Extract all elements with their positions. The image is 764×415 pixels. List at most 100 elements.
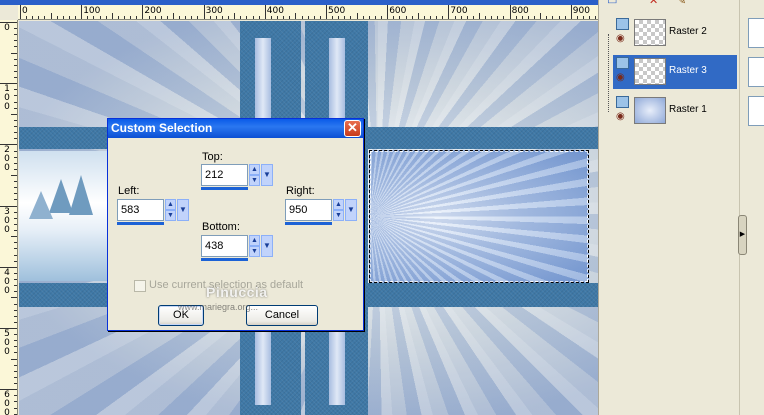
ruler-tick bbox=[472, 16, 474, 19]
layer-property-box[interactable] bbox=[748, 96, 764, 126]
eye-icon[interactable]: ◉ bbox=[616, 112, 630, 122]
ruler-tick bbox=[387, 5, 389, 19]
bottom-slider-bar[interactable] bbox=[201, 258, 248, 261]
dialog-title[interactable]: Custom Selection bbox=[108, 119, 363, 138]
ruler-tick bbox=[411, 16, 413, 19]
ruler-tick bbox=[75, 16, 77, 19]
collapse-arrow-icon[interactable]: ▶ bbox=[738, 215, 747, 255]
eye-icon[interactable]: ◉ bbox=[616, 34, 630, 44]
ruler-tick bbox=[497, 16, 499, 19]
properties-icon[interactable]: ✎ bbox=[677, 0, 691, 7]
new-layer-icon[interactable]: ▭ bbox=[607, 0, 621, 7]
spin-down-icon[interactable]: ▼ bbox=[249, 246, 260, 257]
spin-up-icon[interactable]: ▲ bbox=[249, 235, 260, 246]
ruler-tick bbox=[221, 16, 223, 19]
top-spin-buttons[interactable]: ▲ ▼ bbox=[249, 164, 260, 186]
ruler-tick bbox=[332, 16, 334, 19]
ruler-tick bbox=[338, 16, 340, 19]
ruler-tick bbox=[14, 150, 17, 152]
right-label: Right: bbox=[286, 185, 315, 197]
ruler-tick bbox=[423, 16, 425, 19]
ruler-tick bbox=[289, 16, 291, 19]
ruler-label: 700 bbox=[450, 6, 468, 16]
ruler-label: 2 0 0 bbox=[4, 145, 10, 174]
spin-down-icon[interactable]: ▼ bbox=[249, 175, 260, 186]
spin-up-icon[interactable]: ▲ bbox=[333, 199, 344, 210]
ruler-tick bbox=[14, 395, 17, 397]
spin-down-icon[interactable]: ▼ bbox=[333, 210, 344, 221]
top-slider-bar[interactable] bbox=[201, 187, 248, 190]
winter-scene-image bbox=[19, 151, 115, 281]
ruler-tick bbox=[14, 383, 17, 385]
ruler-tick bbox=[87, 16, 89, 19]
ruler-tick bbox=[570, 5, 572, 19]
layers-panel: ▭ ✕ ✎ ◉ Raster 2 ◉ Raster 3 ◉ Raster 1 ▶ bbox=[598, 0, 764, 415]
layer-row-raster-2[interactable]: ◉ Raster 2 bbox=[613, 16, 737, 50]
spin-down-icon[interactable]: ▼ bbox=[165, 210, 176, 221]
ruler-tick bbox=[14, 315, 17, 317]
dropdown-arrow-icon[interactable]: ▼ bbox=[345, 199, 357, 221]
left-stepper[interactable]: ▲ ▼ ▼ bbox=[117, 199, 189, 225]
ruler-tick bbox=[185, 16, 187, 19]
ruler-label: 200 bbox=[144, 6, 162, 16]
left-input[interactable] bbox=[117, 199, 164, 221]
spin-up-icon[interactable]: ▲ bbox=[249, 164, 260, 175]
dropdown-arrow-icon[interactable]: ▼ bbox=[177, 199, 189, 221]
dropdown-arrow-icon[interactable]: ▼ bbox=[261, 164, 273, 186]
layer-row-raster-1[interactable]: ◉ Raster 1 bbox=[613, 94, 737, 128]
ruler-tick bbox=[215, 16, 217, 19]
default-selection-checkbox[interactable] bbox=[134, 280, 146, 292]
layer-property-box[interactable] bbox=[748, 57, 764, 87]
ruler-tick bbox=[14, 401, 17, 403]
ruler-tick bbox=[521, 16, 523, 19]
ruler-tick bbox=[252, 16, 254, 19]
ruler-tick bbox=[14, 260, 17, 262]
ruler-tick bbox=[344, 16, 346, 19]
snowy-tree bbox=[69, 175, 93, 215]
selection-marquee[interactable] bbox=[369, 150, 589, 283]
ruler-tick bbox=[14, 34, 17, 36]
ruler-tick bbox=[430, 16, 432, 19]
left-slider-bar[interactable] bbox=[117, 222, 164, 225]
right-stepper[interactable]: ▲ ▼ ▼ bbox=[285, 199, 357, 225]
right-spin-buttons[interactable]: ▲ ▼ bbox=[333, 199, 344, 221]
right-input[interactable] bbox=[285, 199, 332, 221]
ruler-label: 5 0 0 bbox=[4, 329, 10, 357]
layer-property-box[interactable] bbox=[748, 18, 764, 48]
ruler-tick bbox=[454, 16, 456, 19]
ruler-tick bbox=[405, 16, 407, 19]
left-spin-buttons[interactable]: ▲ ▼ bbox=[165, 199, 176, 221]
top-input[interactable] bbox=[201, 164, 248, 186]
ruler-tick bbox=[14, 187, 17, 189]
ruler-tick bbox=[173, 13, 174, 19]
layer-thumbnail bbox=[634, 19, 666, 46]
top-stepper[interactable]: ▲ ▼ ▼ bbox=[201, 164, 273, 190]
ruler-tick bbox=[14, 309, 17, 311]
ruler-tick bbox=[11, 52, 17, 54]
ruler-tick bbox=[14, 230, 17, 232]
bottom-spin-buttons[interactable]: ▲ ▼ bbox=[249, 235, 260, 257]
ruler-tick bbox=[111, 13, 113, 19]
left-label: Left: bbox=[118, 185, 140, 197]
ruler-tick bbox=[14, 70, 17, 72]
ruler-tick bbox=[246, 16, 248, 19]
ruler-tick bbox=[14, 334, 17, 336]
ruler-tick bbox=[14, 193, 17, 195]
delete-layer-icon[interactable]: ✕ bbox=[649, 0, 663, 7]
bottom-input[interactable] bbox=[201, 235, 248, 257]
close-icon[interactable]: ✕ bbox=[344, 120, 361, 137]
layer-row-raster-3[interactable]: ◉ Raster 3 bbox=[613, 55, 737, 89]
bottom-stepper[interactable]: ▲ ▼ ▼ bbox=[201, 235, 273, 261]
ruler-tick bbox=[191, 16, 193, 19]
eye-icon[interactable]: ◉ bbox=[616, 73, 630, 83]
layer-type-icon bbox=[616, 96, 629, 108]
dropdown-arrow-icon[interactable]: ▼ bbox=[261, 235, 273, 257]
ruler-tick bbox=[203, 5, 205, 19]
ruler-tick bbox=[264, 5, 266, 19]
spin-up-icon[interactable]: ▲ bbox=[165, 199, 176, 210]
ruler-label: 4 0 0 bbox=[4, 267, 10, 296]
ruler-tick bbox=[148, 16, 150, 19]
ruler-label: 1 0 0 bbox=[4, 84, 10, 113]
right-slider-bar[interactable] bbox=[285, 222, 332, 225]
ruler-tick bbox=[32, 16, 34, 19]
